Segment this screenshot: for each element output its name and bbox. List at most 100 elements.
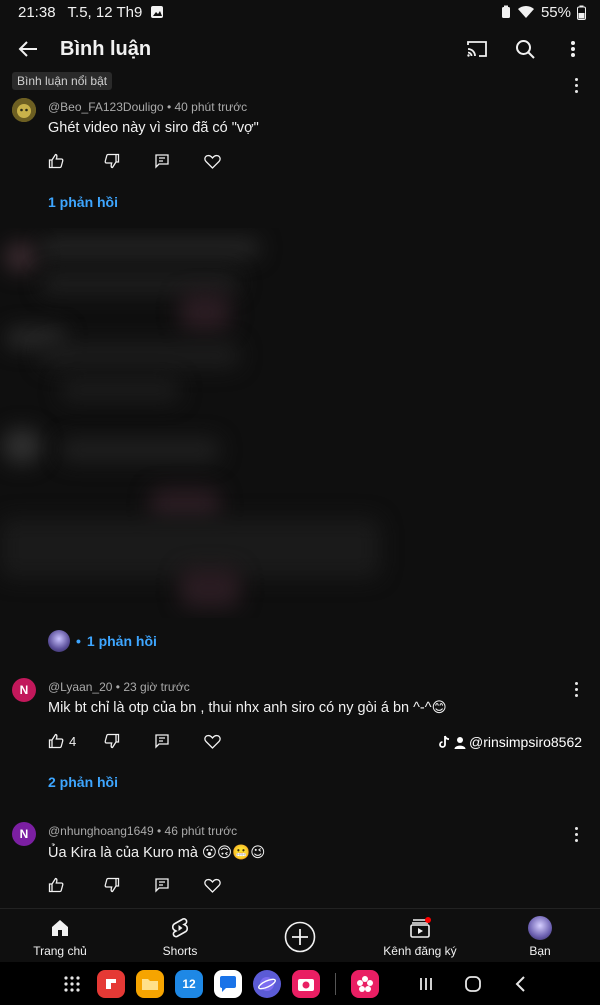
reply-icon: [155, 734, 169, 749]
tiktok-logo-icon: [439, 735, 450, 748]
reply-button[interactable]: [154, 877, 204, 893]
comment-more-icon[interactable]: [569, 823, 583, 845]
recents-button[interactable]: [408, 970, 444, 998]
app-bar: Bình luận: [0, 28, 600, 70]
create-icon: [283, 920, 317, 954]
thumbs-down-icon: [104, 733, 120, 749]
avatar[interactable]: [12, 98, 36, 122]
system-dock: 12: [0, 962, 600, 1005]
nav-you[interactable]: Bạn: [480, 909, 600, 964]
comment-author[interactable]: @Beo_FA123Douligo: [48, 100, 164, 114]
dislike-button[interactable]: [104, 733, 154, 749]
reply-chip-separator: •: [76, 633, 81, 649]
creator-avatar: [48, 630, 70, 652]
home-button[interactable]: [455, 970, 491, 998]
reply-button[interactable]: [154, 153, 204, 169]
comment-author[interactable]: @Lyaan_20: [48, 680, 112, 694]
like-count: 4: [69, 733, 77, 749]
subscriptions-icon: [408, 916, 432, 940]
comment-actions: [48, 151, 221, 171]
view-replies-link[interactable]: 2 phản hồi: [48, 774, 118, 790]
nav-shorts[interactable]: Shorts: [120, 909, 240, 964]
gallery-app-icon[interactable]: [351, 969, 379, 998]
comment-text: Mik bt chỉ là otp của bn , thui nhx anh …: [48, 700, 447, 716]
bottom-navigation: Trang chủ Shorts Kênh đăng ký Bạn: [0, 908, 600, 964]
status-bar: 21:38 T.5, 12 Th9 55%: [0, 0, 600, 24]
view-replies-link[interactable]: 1 phản hồi: [48, 194, 118, 210]
battery-level: 55%: [540, 3, 571, 21]
heart-button[interactable]: [204, 154, 221, 169]
comment-more-icon[interactable]: [569, 678, 583, 700]
camera-app-icon[interactable]: [292, 969, 320, 998]
comment-time: 40 phút trước: [174, 100, 248, 114]
comment-meta: @nhunghoang1649 • 46 phút trước: [48, 824, 238, 838]
thumbs-up-icon: [48, 733, 64, 749]
avatar[interactable]: N: [12, 822, 36, 846]
nav-home[interactable]: Trang chủ: [0, 909, 120, 964]
status-date: T.5, 12 Th9: [67, 3, 143, 21]
heart-icon: [204, 878, 221, 893]
wifi-icon: [517, 5, 535, 19]
reply-chip-label: 1 phản hồi: [86, 633, 157, 649]
thumbs-up-icon: [48, 877, 64, 893]
battery-saver-icon: [501, 5, 511, 19]
reply-button[interactable]: [154, 733, 204, 749]
thumbs-down-icon: [104, 153, 120, 169]
thumbs-up-icon: [48, 153, 64, 169]
like-button[interactable]: [48, 153, 104, 169]
avatar[interactable]: N: [12, 678, 36, 702]
cast-icon[interactable]: [464, 36, 490, 62]
heart-button[interactable]: [204, 878, 221, 893]
pinned-badge: Bình luận nổi bật: [12, 72, 113, 90]
system-back-button[interactable]: [502, 970, 538, 998]
comment-text: Ghét video này vì siro đã có "vợ": [48, 120, 259, 136]
heart-button[interactable]: [204, 734, 221, 749]
messages-app-icon[interactable]: [214, 969, 242, 998]
comment-item: N @nhunghoang1649 • 46 phút trước Ủa Kir…: [12, 822, 588, 902]
comment-author[interactable]: @nhunghoang1649: [48, 824, 154, 838]
nav-label: Trang chủ: [33, 943, 87, 958]
search-icon[interactable]: [512, 36, 538, 62]
back-arrow-icon[interactable]: [14, 35, 42, 63]
watermark-handle: @rinsimpsiro8562: [469, 734, 583, 750]
nav-create[interactable]: [240, 909, 360, 964]
folder-app-icon[interactable]: [136, 969, 164, 998]
flipboard-app-icon[interactable]: [97, 969, 125, 998]
nav-subscriptions[interactable]: Kênh đăng ký: [360, 909, 480, 964]
calendar-app-icon[interactable]: 12: [175, 969, 203, 998]
comment-more-icon[interactable]: [569, 74, 583, 96]
dislike-button[interactable]: [104, 877, 154, 893]
user-icon: [454, 736, 466, 749]
tiktok-watermark: @rinsimpsiro8562: [438, 734, 582, 750]
nav-label: Shorts: [162, 943, 198, 958]
like-button[interactable]: [48, 877, 104, 893]
comment-time: 23 giờ trước: [123, 680, 190, 694]
comment-actions: 4: [48, 731, 221, 751]
gallery-notification-icon: [150, 5, 164, 19]
comment-text: Ủa Kira là của Kuro mà 😮🙃😬😉: [48, 845, 266, 861]
shorts-icon: [168, 916, 192, 940]
comment-actions: [48, 875, 221, 895]
nav-label: Kênh đăng ký: [383, 943, 457, 958]
internet-app-icon[interactable]: [253, 969, 281, 998]
comment-time: 46 phút trước: [164, 824, 238, 838]
reply-icon: [155, 878, 169, 893]
comment-item: @Beo_FA123Douligo • 40 phút trước Ghét v…: [12, 98, 588, 218]
dock-separator: [335, 972, 336, 995]
thumbs-down-icon: [104, 877, 120, 893]
heart-icon: [204, 734, 221, 749]
comment-meta: @Beo_FA123Douligo • 40 phút trước: [48, 100, 248, 114]
heart-icon: [204, 154, 221, 169]
more-options-icon[interactable]: [560, 36, 586, 62]
like-button[interactable]: 4: [48, 733, 104, 749]
app-drawer-icon[interactable]: [58, 970, 86, 998]
dislike-button[interactable]: [104, 153, 154, 169]
reply-icon: [155, 154, 169, 169]
calendar-day: 12: [182, 976, 196, 991]
blurred-comments-area: [0, 228, 600, 618]
comment-meta: @Lyaan_20 • 23 giờ trước: [48, 680, 190, 694]
page-title: Bình luận: [60, 37, 152, 60]
nav-label: Bạn: [529, 943, 551, 958]
home-icon: [48, 916, 72, 940]
replies-chip[interactable]: • 1 phản hồi: [48, 630, 157, 652]
